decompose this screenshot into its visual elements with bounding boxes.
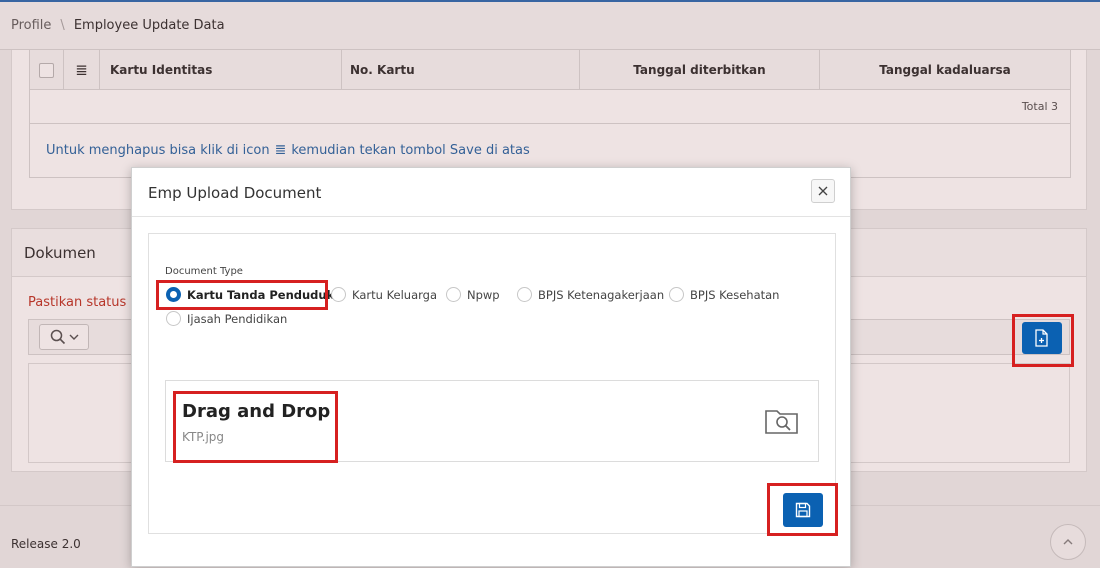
radio-option-kartu-keluarga[interactable]: Kartu Keluarga	[331, 287, 437, 302]
upload-button-highlight	[1012, 314, 1074, 367]
radio-label: BPJS Ketenagakerjaan	[538, 287, 665, 302]
radio-option-npwp[interactable]: Npwp	[446, 287, 500, 302]
dialog-form-region: Document Type Kartu Tanda Penduduk Kartu…	[148, 233, 838, 536]
dialog-header: Emp Upload Document	[132, 168, 850, 217]
folder-search-icon[interactable]	[764, 407, 800, 435]
emp-upload-document-dialog: Emp Upload Document Document Type Kartu …	[131, 167, 851, 567]
radio-option-ijasah-pendidikan[interactable]: Ijasah Pendidikan	[166, 311, 287, 326]
radio-option-bpjs-kesehatan[interactable]: BPJS Kesehatan	[669, 287, 779, 302]
radio-label: Npwp	[467, 287, 500, 302]
dropzone-highlight	[173, 391, 338, 463]
radio-button[interactable]	[517, 287, 532, 302]
radio-button[interactable]	[166, 311, 181, 326]
radio-label: Kartu Keluarga	[352, 287, 438, 302]
close-icon	[818, 186, 828, 196]
radio-button[interactable]	[331, 287, 346, 302]
selected-type-highlight	[156, 280, 328, 310]
dialog-title: Emp Upload Document	[148, 184, 322, 202]
dialog-close-button[interactable]	[811, 179, 835, 203]
save-button-highlight	[767, 483, 838, 536]
radio-button[interactable]	[669, 287, 684, 302]
radio-option-bpjs-ketenagakerjaan[interactable]: BPJS Ketenagakerjaan	[517, 287, 664, 302]
document-type-label: Document Type	[165, 266, 243, 277]
radio-label: BPJS Kesehatan	[690, 287, 780, 302]
radio-button[interactable]	[446, 287, 461, 302]
radio-label: Ijasah Pendidikan	[187, 311, 288, 326]
